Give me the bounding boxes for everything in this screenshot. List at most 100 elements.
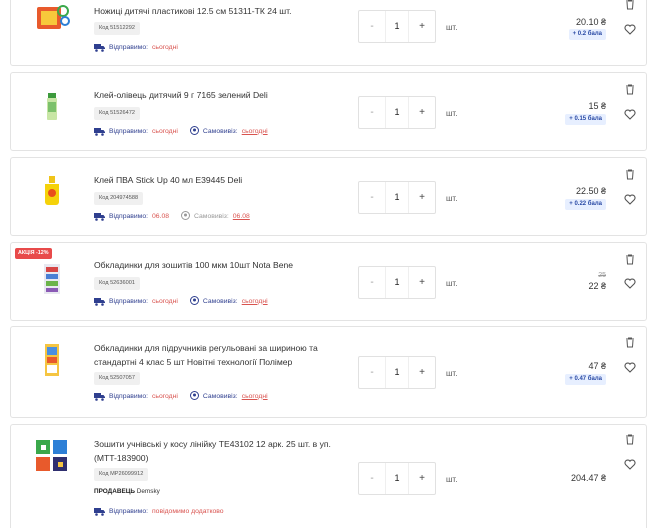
product-title[interactable]: Зошити учнівські у косу лінійку TE43102 … xyxy=(94,437,334,465)
pickup-pin-icon xyxy=(181,211,191,220)
product-title[interactable]: Ножиці дитячі пластикові 12.5 см 51311-Т… xyxy=(94,4,334,18)
ship-label: Відправимо: xyxy=(109,392,148,400)
bonus-badge: + 0.22 бала xyxy=(565,199,606,210)
product-title[interactable]: Клей-олівець дитячий 9 г 7165 зелений De… xyxy=(94,88,334,102)
truck-icon xyxy=(94,297,105,306)
quantity-stepper: - 1 + xyxy=(358,10,436,43)
qty-value[interactable]: 1 xyxy=(385,267,409,298)
seller-info: ПРОДАВЕЦЬ Demsky xyxy=(94,488,160,495)
truck-icon xyxy=(94,392,105,401)
trash-icon[interactable] xyxy=(625,337,635,348)
product-title[interactable]: Клей ПВА Stick Up 40 мл E39445 Deli xyxy=(94,173,334,187)
price: 22 ₴ xyxy=(588,281,606,291)
heart-icon[interactable] xyxy=(624,109,636,120)
truck-icon xyxy=(94,212,105,221)
qty-value[interactable]: 1 xyxy=(385,182,409,213)
shipping-info: Відправимо: сьогодні Самовивіз: сьогодні xyxy=(94,125,268,137)
pickup-pin-icon xyxy=(189,391,199,400)
price: 47 ₴ xyxy=(588,361,606,371)
bonus-badge: + 0.15 бала xyxy=(565,114,606,125)
unit-label: шт. xyxy=(446,279,458,288)
ship-label: Відправимо: xyxy=(109,43,148,51)
ship-date: сьогодні xyxy=(152,297,178,305)
heart-icon[interactable] xyxy=(624,459,636,470)
qty-value[interactable]: 1 xyxy=(385,11,409,42)
qty-decrease-button[interactable]: - xyxy=(359,357,385,388)
qty-increase-button[interactable]: + xyxy=(409,463,435,494)
bonus-badge: + 0.2 бала xyxy=(568,29,606,40)
shipping-info: Відправимо: 06.08 Самовивіз: 06.08 xyxy=(94,210,250,222)
trash-icon[interactable] xyxy=(625,434,635,445)
shipping-info: Відправимо: сьогодні Самовивіз: сьогодні xyxy=(94,390,268,402)
ship-label: Відправимо: xyxy=(109,507,148,515)
qty-decrease-button[interactable]: - xyxy=(359,97,385,128)
heart-icon[interactable] xyxy=(624,278,636,289)
ship-label: Відправимо: xyxy=(109,297,148,305)
product-code: Код 51512292 xyxy=(94,22,140,35)
unit-label: шт. xyxy=(446,369,458,378)
seller-label: ПРОДАВЕЦЬ xyxy=(94,488,135,495)
pickup-date-link[interactable]: 06.08 xyxy=(233,213,250,220)
ship-date: сьогодні xyxy=(152,127,178,135)
pickup-date-link[interactable]: сьогодні xyxy=(242,298,268,305)
trash-icon[interactable] xyxy=(625,0,635,10)
price: 20.10 ₴ xyxy=(575,17,606,27)
quantity-stepper: - 1 + xyxy=(358,356,436,389)
product-image[interactable] xyxy=(33,437,71,475)
heart-icon[interactable] xyxy=(624,194,636,205)
quantity-stepper: - 1 + xyxy=(358,181,436,214)
qty-increase-button[interactable]: + xyxy=(409,182,435,213)
trash-icon[interactable] xyxy=(625,84,635,95)
ship-label: Відправимо: xyxy=(109,127,148,135)
pickup-pin-icon xyxy=(189,296,199,305)
shipping-info: Відправимо: сьогодні Самовивіз: сьогодні xyxy=(94,295,268,307)
cart-item: Клей-олівець дитячий 9 г 7165 зелений De… xyxy=(10,72,647,151)
product-title[interactable]: Обкладинки для підручників регульовані з… xyxy=(94,341,326,369)
unit-label: шт. xyxy=(446,23,458,32)
ship-label: Відправимо: xyxy=(109,212,148,220)
qty-increase-button[interactable]: + xyxy=(409,357,435,388)
qty-decrease-button[interactable]: - xyxy=(359,11,385,42)
qty-decrease-button[interactable]: - xyxy=(359,182,385,213)
quantity-stepper: - 1 + xyxy=(358,462,436,495)
seller-name[interactable]: Demsky xyxy=(137,488,160,495)
product-image[interactable] xyxy=(33,87,71,125)
price: 15 ₴ xyxy=(588,101,606,111)
pickup-date-link[interactable]: сьогодні xyxy=(242,128,268,135)
truck-icon xyxy=(94,507,105,516)
qty-increase-button[interactable]: + xyxy=(409,11,435,42)
product-code: Код 52636001 xyxy=(94,277,140,290)
ship-date: повідомимо додатково xyxy=(152,507,224,515)
pickup-date-link[interactable]: сьогодні xyxy=(242,393,268,400)
qty-value[interactable]: 1 xyxy=(385,97,409,128)
unit-label: шт. xyxy=(446,194,458,203)
product-code: Код 51526472 xyxy=(94,107,140,120)
qty-increase-button[interactable]: + xyxy=(409,267,435,298)
product-code: Код 204974588 xyxy=(94,192,144,205)
qty-increase-button[interactable]: + xyxy=(409,97,435,128)
qty-decrease-button[interactable]: - xyxy=(359,267,385,298)
unit-label: шт. xyxy=(446,475,458,484)
old-price: 25 xyxy=(598,272,606,279)
trash-icon[interactable] xyxy=(625,169,635,180)
heart-icon[interactable] xyxy=(624,24,636,35)
quantity-stepper: - 1 + xyxy=(358,266,436,299)
heart-icon[interactable] xyxy=(624,362,636,373)
bonus-badge: + 0.47 бала xyxy=(565,374,606,385)
cart-item: Зошити учнівські у косу лінійку TE43102 … xyxy=(10,424,647,528)
cart-item: Обкладинки для підручників регульовані з… xyxy=(10,326,647,418)
product-image[interactable] xyxy=(33,0,71,37)
qty-value[interactable]: 1 xyxy=(385,463,409,494)
product-title[interactable]: Обкладинки для зошитів 100 мкм 10шт Nota… xyxy=(94,258,334,272)
qty-decrease-button[interactable]: - xyxy=(359,463,385,494)
product-image[interactable] xyxy=(33,172,71,210)
qty-value[interactable]: 1 xyxy=(385,357,409,388)
trash-icon[interactable] xyxy=(625,254,635,265)
cart-item: АКЦІЯ -12% Обкладинки для зошитів 100 мк… xyxy=(10,242,647,321)
product-image[interactable] xyxy=(33,341,71,379)
shipping-info: Відправимо: повідомимо додатково xyxy=(94,505,224,517)
product-image[interactable] xyxy=(33,260,71,298)
pickup-pin-icon xyxy=(189,126,199,135)
ship-date: сьогодні xyxy=(152,43,178,51)
cart-item: Клей ПВА Stick Up 40 мл E39445 Deli Код … xyxy=(10,157,647,236)
